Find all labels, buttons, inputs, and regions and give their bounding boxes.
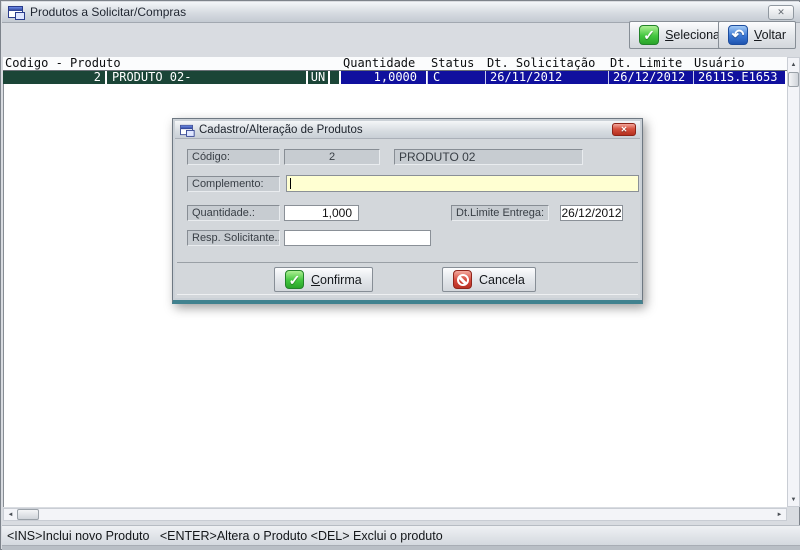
status-text: <INS>Inclui novo Produto <ENTER>Altera o… — [7, 529, 443, 543]
cell-dt-solicitacao: 26/11/2012 — [485, 71, 608, 84]
app-window: Produtos a Solicitar/Compras ✕ ✓ Selecio… — [0, 0, 800, 550]
check-glyph: ✓ — [643, 28, 655, 42]
voltar-label: Voltar — [754, 28, 786, 42]
dialog-titlebar[interactable]: Cadastro/Alteração de Produtos ✕ — [175, 121, 640, 139]
toolbar: ✓ Seleciona ↶ Voltar — [2, 23, 800, 57]
window-close-button[interactable]: ✕ — [768, 5, 794, 20]
window-titlebar[interactable]: Produtos a Solicitar/Compras ✕ — [2, 2, 800, 23]
dt-limite-input[interactable]: 26/12/2012 — [560, 205, 623, 221]
confirma-button[interactable]: ✓ Confirma — [274, 267, 373, 292]
produto-value-panel: PRODUTO 02 — [394, 149, 583, 165]
dialog-close-button[interactable]: ✕ — [612, 123, 636, 136]
scroll-down-icon[interactable]: ▼ — [788, 494, 799, 505]
check-icon: ✓ — [639, 25, 659, 45]
check-glyph: ✓ — [289, 273, 301, 287]
close-icon: ✕ — [777, 7, 785, 18]
header-quantidade: Quantidade — [343, 57, 415, 70]
cancela-label: Cancela — [479, 273, 525, 287]
cell-produto: PRODUTO 02- — [107, 71, 306, 84]
status-bar: <INS>Inclui novo Produto <ENTER>Altera o… — [2, 525, 800, 546]
header-dt-limite: Dt. Limite — [610, 57, 682, 70]
scroll-right-icon[interactable]: ► — [774, 509, 785, 520]
dialog-button-panel: ✓ Confirma Cancela — [177, 262, 638, 295]
cell-dt-limite: 26/12/2012 — [608, 71, 693, 84]
cell-status: C — [427, 71, 485, 84]
horizontal-scrollbar[interactable]: ◄ ► — [3, 508, 787, 521]
scroll-left-icon[interactable]: ◄ — [5, 509, 16, 520]
complemento-label: Complemento: — [187, 176, 280, 192]
header-dt-solicitacao: Dt. Solicitação — [487, 57, 595, 70]
cell-codigo: 2 — [3, 71, 105, 84]
back-arrow-glyph: ↶ — [732, 28, 745, 43]
cancela-button[interactable]: Cancela — [442, 267, 536, 292]
scroll-up-icon[interactable]: ▲ — [788, 59, 799, 70]
seleciona-label: Seleciona — [665, 28, 720, 42]
vertical-scroll-thumb[interactable] — [788, 72, 799, 87]
resp-solicitante-label: Resp. Solicitante..: — [187, 230, 280, 246]
dialog-title: Cadastro/Alteração de Produtos — [199, 124, 363, 136]
dt-limite-label: Dt.Limite Entrega: — [451, 205, 549, 221]
selected-product-row[interactable]: 2 PRODUTO 02- UN 1,0000 C 26/11/2012 26/… — [3, 71, 787, 84]
horizontal-scroll-thumb[interactable] — [17, 509, 39, 520]
quantidade-input[interactable]: 1,000 — [284, 205, 359, 221]
cell-usuario: 2611S.E1653 — [693, 71, 785, 84]
cell-unidade: UN — [308, 71, 328, 84]
app-form-icon — [8, 6, 23, 18]
cadastro-dialog: Cadastro/Alteração de Produtos ✕ Código:… — [172, 118, 643, 304]
codigo-label: Código: — [187, 149, 280, 165]
cell-quantidade: 1,0000 — [341, 71, 426, 84]
voltar-button[interactable]: ↶ Voltar — [718, 21, 796, 49]
confirma-label: Confirma — [311, 273, 362, 287]
check-icon: ✓ — [285, 270, 304, 289]
header-codigo-produto: Codigo - Produto — [5, 57, 121, 70]
window-title: Produtos a Solicitar/Compras — [30, 5, 186, 19]
resp-solicitante-input[interactable] — [284, 230, 431, 246]
close-icon: ✕ — [621, 125, 628, 134]
cell-marker — [330, 71, 339, 84]
header-usuario: Usuário — [694, 57, 745, 70]
window-bottom-edge — [2, 546, 800, 550]
dialog-form-icon — [180, 124, 193, 134]
text-caret — [290, 178, 291, 189]
header-status: Status — [431, 57, 474, 70]
seleciona-button[interactable]: ✓ Seleciona — [629, 21, 730, 49]
codigo-value-panel: 2 — [284, 149, 380, 165]
back-arrow-icon: ↶ — [728, 25, 748, 45]
grid-header-row: Codigo - Produto Quantidade Status Dt. S… — [3, 57, 787, 71]
quantidade-label: Quantidade.: — [187, 205, 280, 221]
vertical-scrollbar[interactable]: ▲ ▼ — [787, 57, 800, 507]
no-entry-icon — [453, 270, 472, 289]
complemento-input[interactable] — [286, 175, 639, 192]
